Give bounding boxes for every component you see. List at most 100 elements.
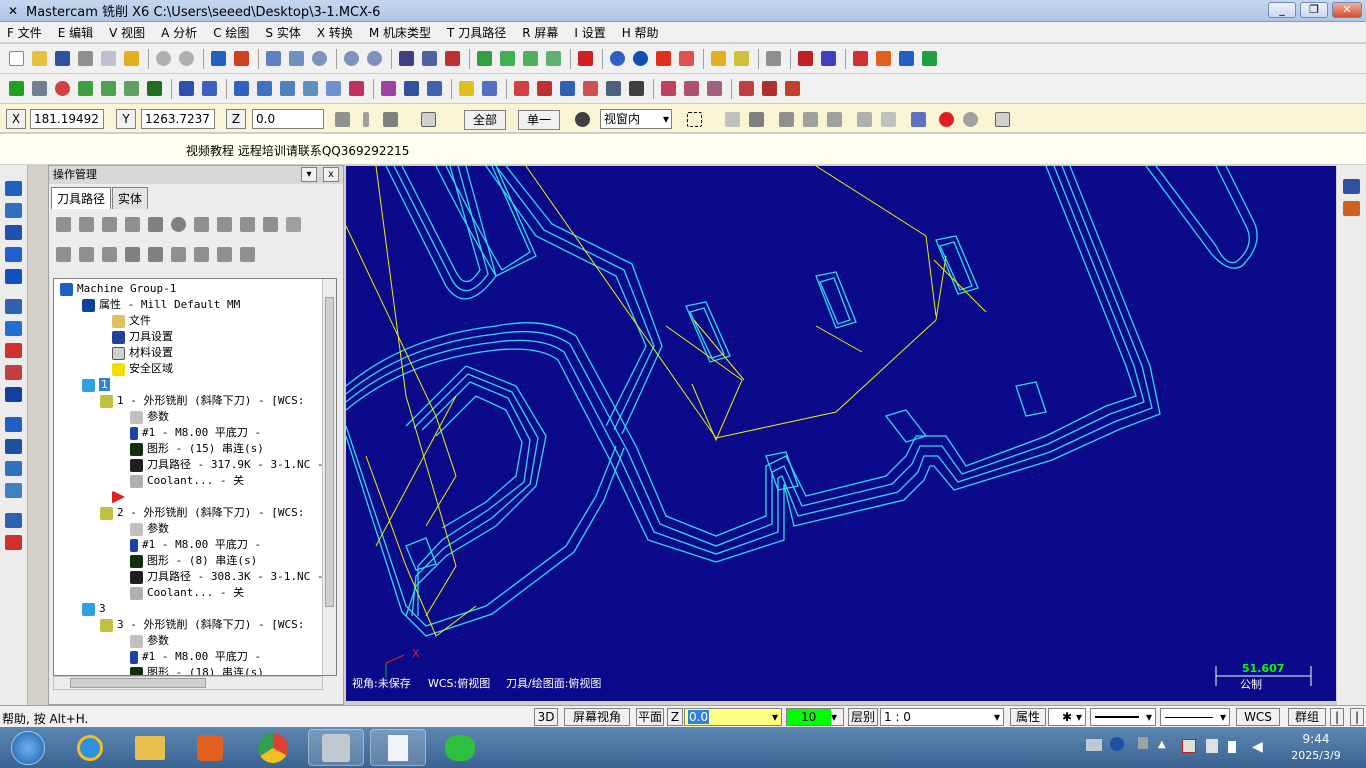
clock-date[interactable]: 2025/3/9 <box>1276 749 1356 762</box>
pan-icon[interactable] <box>208 49 228 69</box>
help-select-icon[interactable] <box>992 109 1012 129</box>
menu-settings[interactable]: I 设置 <box>574 24 605 41</box>
redo-icon[interactable] <box>176 49 196 69</box>
rectangle-icon[interactable] <box>121 79 141 99</box>
select-wire-icon[interactable] <box>854 109 874 129</box>
tree-node-geometry[interactable]: 图形 - (15) 串连(s) <box>130 441 264 457</box>
y-coordinate-input[interactable]: 1263.7237 <box>141 109 215 129</box>
select-edge-icon[interactable] <box>824 109 844 129</box>
sketch-icon[interactable] <box>380 109 400 129</box>
taskbar-explorer[interactable] <box>122 729 178 766</box>
select-all-button[interactable]: 全部 <box>464 110 506 130</box>
save-view-icon[interactable] <box>1343 179 1360 194</box>
tree-node-parameters[interactable]: 参数 <box>130 521 169 537</box>
tab-solids[interactable]: 实体 <box>112 187 149 209</box>
solid-box-icon[interactable] <box>5 269 22 284</box>
post-icon[interactable] <box>919 49 939 69</box>
select-arrow-icon[interactable] <box>722 109 742 129</box>
language-icon[interactable] <box>1138 737 1148 749</box>
regen-dirty-icon[interactable] <box>122 214 142 234</box>
level-button[interactable]: 层别 <box>848 708 878 726</box>
tree-node-files[interactable]: 文件 <box>112 313 151 329</box>
plane-button[interactable]: 平面 <box>636 708 664 726</box>
toggle-post-icon[interactable] <box>99 244 119 264</box>
trim-icon[interactable] <box>176 79 196 99</box>
multi-pencil-icon[interactable] <box>731 49 751 69</box>
stack-icon[interactable] <box>5 417 22 432</box>
stop-icon[interactable] <box>936 109 956 129</box>
panel-icon[interactable] <box>5 483 22 498</box>
z-coordinate-input[interactable]: 0.0 <box>252 109 324 129</box>
tree-vertical-scrollbar[interactable] <box>322 279 336 675</box>
hatch-icon[interactable] <box>736 79 756 99</box>
menu-screen[interactable]: R 屏幕 <box>522 24 558 41</box>
select-box-icon[interactable] <box>684 109 704 129</box>
simulate-icon[interactable] <box>191 214 211 234</box>
translate-icon[interactable] <box>231 79 251 99</box>
solid-outline-icon[interactable] <box>676 49 696 69</box>
line-style-dropdown[interactable]: ▾ <box>1090 708 1156 726</box>
taskbar-wechat[interactable] <box>432 729 488 766</box>
globe-icon[interactable] <box>607 49 627 69</box>
exclaim-icon[interactable] <box>356 109 376 129</box>
status-scroll-left[interactable]: | <box>1330 708 1344 726</box>
toolpath-arrow-icon[interactable] <box>5 181 22 196</box>
tree-node-safety-zone[interactable]: 安全区域 <box>112 361 173 377</box>
attributes-button[interactable]: 属性 <box>1010 708 1046 726</box>
link-ops-icon[interactable] <box>237 244 257 264</box>
z-label[interactable]: Z <box>226 109 246 129</box>
shading-icon[interactable] <box>396 49 416 69</box>
line-width-dropdown[interactable]: ▾ <box>1160 708 1230 726</box>
move-down-icon[interactable] <box>122 244 142 264</box>
menu-edit[interactable]: E 编辑 <box>58 24 93 41</box>
menu-file[interactable]: F 文件 <box>7 24 42 41</box>
tree-node-tool[interactable]: #1 - M8.00 平底刀 - <box>130 649 261 665</box>
verify-ops-icon[interactable] <box>168 214 188 234</box>
select-loop-icon[interactable] <box>878 109 898 129</box>
select-face-icon[interactable] <box>776 109 796 129</box>
tree-node-properties[interactable]: 属性 - Mill Default MM <box>82 297 240 313</box>
mirror-icon[interactable] <box>277 79 297 99</box>
select-body-icon[interactable] <box>800 109 820 129</box>
screen-view-button[interactable]: 屏幕视角 <box>564 708 630 726</box>
tab-toolpaths[interactable]: 刀具路径 <box>51 187 112 209</box>
tree-node-operation-2[interactable]: 2 - 外形铣削 (斜降下刀) - [WCS: <box>100 505 304 521</box>
menu-help[interactable]: H 帮助 <box>622 24 659 41</box>
select-solid-icon[interactable] <box>746 109 766 129</box>
taskbar-ie[interactable] <box>62 729 118 766</box>
tree-node-group-3[interactable]: 3 <box>82 601 106 617</box>
link-icon[interactable] <box>580 79 600 99</box>
tree-horizontal-scrollbar[interactable] <box>53 676 323 690</box>
taskbar-chrome[interactable] <box>245 729 301 766</box>
cylinder-icon[interactable] <box>144 79 164 99</box>
menu-view[interactable]: V 视图 <box>109 24 145 41</box>
move-up-icon[interactable] <box>145 244 165 264</box>
verify-select-icon[interactable] <box>908 109 928 129</box>
tree-hscroll-thumb[interactable] <box>70 678 206 688</box>
delete-icon[interactable] <box>456 79 476 99</box>
rotate-icon[interactable] <box>254 79 274 99</box>
show-hidden-icons[interactable]: ▲ <box>1158 739 1166 750</box>
drag-icon[interactable] <box>378 79 398 99</box>
zoom-half-icon[interactable] <box>364 49 384 69</box>
tree-node-geometry[interactable]: 图形 - (8) 串连(s) <box>130 553 257 569</box>
top-view-icon[interactable] <box>474 49 494 69</box>
list-icon[interactable] <box>534 79 554 99</box>
split-icon[interactable] <box>818 49 838 69</box>
delete-ops-icon[interactable] <box>260 214 280 234</box>
print-preview-icon[interactable] <box>98 49 118 69</box>
tree-node-group-1[interactable]: 1 <box>82 377 110 393</box>
sphere-icon[interactable] <box>630 49 650 69</box>
contour-icon[interactable] <box>5 203 22 218</box>
bar-icon[interactable] <box>5 365 22 380</box>
backplot-icon[interactable] <box>850 49 870 69</box>
post-ops-icon[interactable] <box>214 214 234 234</box>
fillet-icon[interactable] <box>75 79 95 99</box>
help-tray-icon[interactable] <box>1110 737 1124 751</box>
wcs-button[interactable]: WCS <box>1236 708 1280 726</box>
level-dropdown[interactable]: 1 : 0 ▾ <box>880 708 1004 726</box>
break-icon[interactable] <box>199 79 219 99</box>
menu-xform[interactable]: X 转换 <box>317 24 353 41</box>
menu-toolpaths[interactable]: T 刀具路径 <box>447 24 506 41</box>
tree-node-stock-setup[interactable]: 材料设置 <box>112 345 173 361</box>
